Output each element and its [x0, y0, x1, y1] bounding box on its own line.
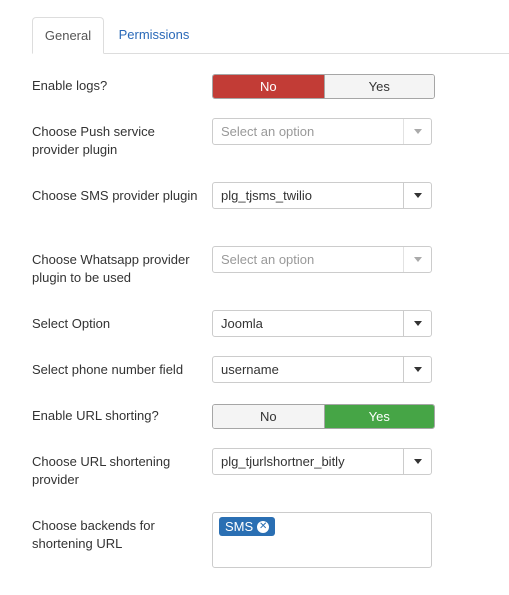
backend-tag-label: SMS [225, 519, 254, 534]
url-shorting-yes-button[interactable]: Yes [323, 405, 434, 428]
sms-provider-value: plg_tjsms_twilio [221, 188, 313, 203]
backend-tag-sms: SMS ✕ [219, 517, 276, 536]
sms-provider-label: Choose SMS provider plugin [32, 188, 198, 203]
backends-multiselect[interactable]: SMS ✕ [212, 512, 432, 568]
select-option-select[interactable]: Joomla [212, 310, 432, 337]
url-shorting-label: Enable URL shorting? [32, 408, 159, 423]
phone-field-label: Select phone number field [32, 362, 184, 377]
url-shorting-no-button[interactable]: No [213, 405, 324, 428]
whatsapp-provider-label: Choose Whatsapp provider plugin to be us… [32, 252, 190, 285]
select-option-value: Joomla [221, 316, 263, 331]
enable-logs-no-button[interactable]: No [213, 75, 324, 98]
enable-logs-yes-button[interactable]: Yes [323, 75, 434, 98]
whatsapp-provider-select[interactable]: Select an option [212, 246, 432, 273]
chevron-down-icon [403, 119, 431, 144]
phone-field-value: username [221, 362, 279, 377]
chevron-down-icon [403, 311, 431, 336]
chevron-down-icon [403, 449, 431, 474]
chevron-down-icon [403, 183, 431, 208]
tab-permissions[interactable]: Permissions [110, 17, 198, 54]
backends-label: Choose backends for shortening URL [32, 518, 155, 551]
url-shortener-label: Choose URL shortening provider [32, 454, 171, 487]
push-provider-placeholder: Select an option [221, 124, 315, 139]
remove-tag-icon[interactable]: ✕ [257, 520, 270, 533]
chevron-down-icon [403, 357, 431, 382]
enable-logs-label: Enable logs? [32, 78, 108, 93]
sms-provider-select[interactable]: plg_tjsms_twilio [212, 182, 432, 209]
whatsapp-provider-placeholder: Select an option [221, 252, 315, 267]
enable-logs-toggle: No Yes [212, 74, 435, 99]
tab-bar: General Permissions [32, 17, 509, 54]
chevron-down-icon [403, 247, 431, 272]
select-option-label: Select Option [32, 316, 111, 331]
tab-general[interactable]: General [32, 17, 104, 54]
push-provider-select[interactable]: Select an option [212, 118, 432, 145]
url-shortener-select[interactable]: plg_tjurlshortner_bitly [212, 448, 432, 475]
url-shortener-value: plg_tjurlshortner_bitly [221, 454, 345, 469]
push-provider-label: Choose Push service provider plugin [32, 124, 155, 157]
url-shorting-toggle: No Yes [212, 404, 435, 429]
phone-field-select[interactable]: username [212, 356, 432, 383]
